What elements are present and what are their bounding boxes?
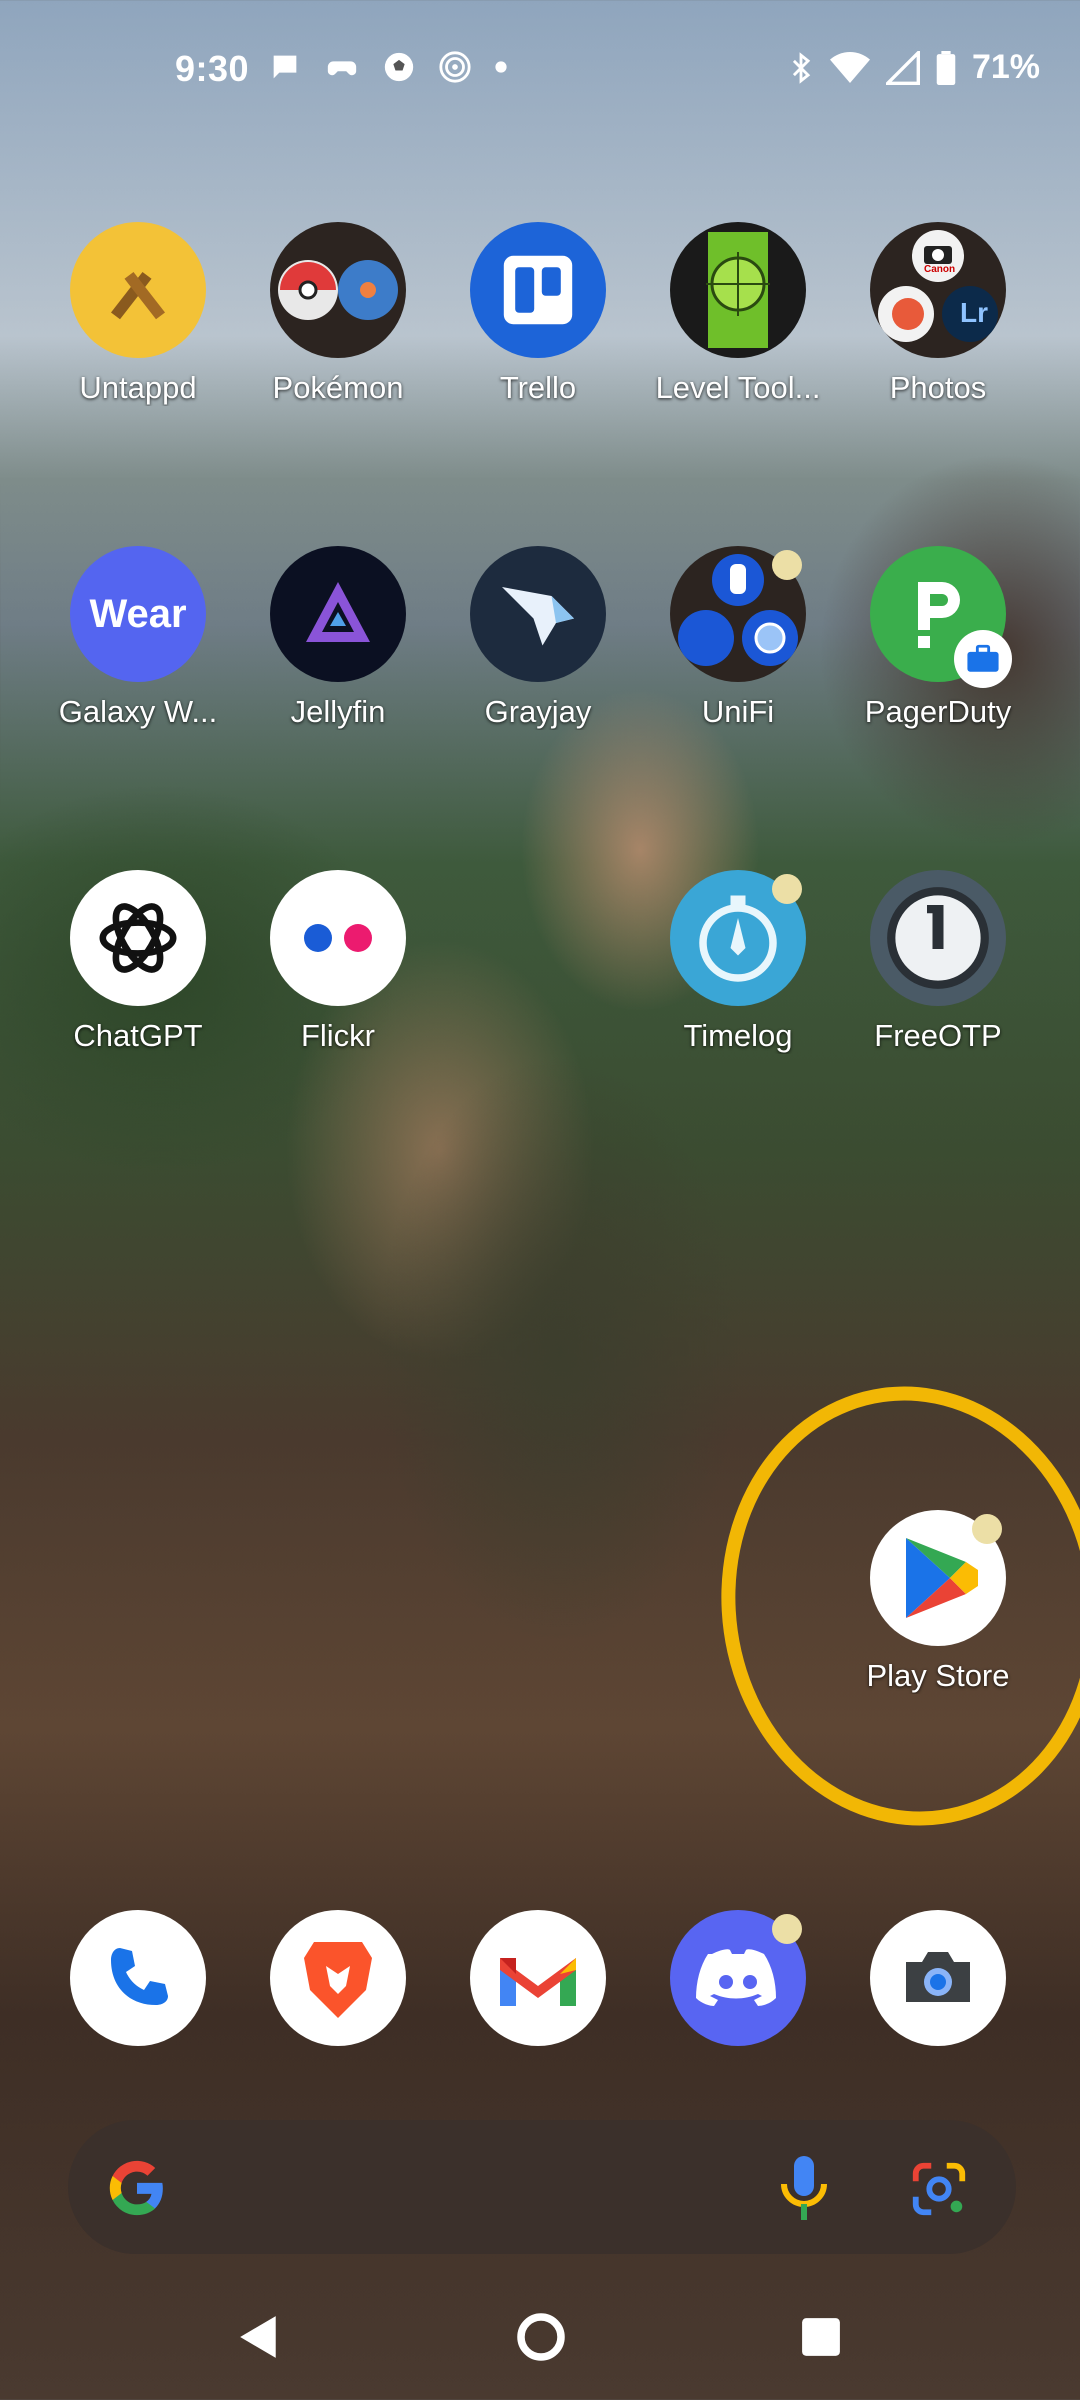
- jellyfin-icon: [270, 546, 406, 682]
- app-label: Galaxy W...: [58, 694, 218, 729]
- grayjay-icon: [470, 546, 606, 682]
- notification-dot: [772, 550, 802, 580]
- game-controller-icon: [327, 61, 357, 76]
- app-play-store[interactable]: Play Store: [838, 1510, 1038, 1694]
- google-g-icon: [109, 2160, 163, 2216]
- app-label: Play Store: [866, 1658, 1010, 1693]
- app-label: Timelog: [683, 1018, 793, 1053]
- mic-icon[interactable]: [778, 2152, 830, 2224]
- freeotp-icon: [870, 870, 1006, 1006]
- app-label: Grayjay: [484, 694, 592, 729]
- app-galaxy-wear[interactable]: Wear Galaxy W...: [38, 546, 238, 730]
- radar-icon: [439, 51, 471, 83]
- flickr-icon: [270, 870, 406, 1006]
- app-freeotp[interactable]: FreeOTP: [838, 870, 1038, 1054]
- cell-signal-icon: [885, 50, 920, 85]
- app-trello[interactable]: Trello: [438, 222, 638, 406]
- app-chatgpt[interactable]: ChatGPT: [38, 870, 238, 1054]
- system-icons: 71%: [788, 48, 1040, 87]
- app-untappd[interactable]: Untappd: [38, 222, 238, 406]
- app-grayjay[interactable]: Grayjay: [438, 546, 638, 730]
- app-label: Pokémon: [272, 370, 404, 405]
- app-unifi-folder[interactable]: UniFi: [638, 546, 838, 730]
- dot-icon: [495, 61, 507, 73]
- level-tool-icon: [670, 222, 806, 358]
- phone-icon: [70, 1910, 206, 2046]
- app-label: Level Tool...: [655, 370, 821, 405]
- brave-icon: [270, 1910, 406, 2046]
- notification-dot: [772, 874, 802, 904]
- recents-button[interactable]: [800, 2316, 842, 2358]
- home-button[interactable]: [516, 2312, 566, 2362]
- dock-camera[interactable]: [838, 1910, 1038, 2046]
- app-label: FreeOTP: [874, 1018, 1002, 1053]
- trello-icon: [470, 222, 606, 358]
- app-pagerduty[interactable]: PagerDuty: [838, 546, 1038, 730]
- soccer-ball-icon: [384, 52, 414, 82]
- battery-percent: 71%: [971, 48, 1040, 86]
- battery-icon: [936, 50, 956, 85]
- work-badge-icon: [954, 630, 1012, 688]
- notification-icons: [268, 50, 508, 84]
- app-label: ChatGPT: [73, 1018, 203, 1053]
- app-label: Photos: [889, 370, 987, 405]
- status-bar: 9:30 71%: [0, 40, 1080, 100]
- discord-icon: [670, 1910, 806, 2046]
- dock-gmail[interactable]: [438, 1910, 638, 2046]
- gmail-icon: [470, 1910, 606, 2046]
- untappd-icon: [70, 222, 206, 358]
- clock: 9:30: [175, 48, 250, 89]
- timelog-icon: [670, 870, 806, 1006]
- pokemon-icon: [270, 222, 406, 358]
- canon-logo: Canon: [924, 264, 956, 275]
- notification-dot: [972, 1514, 1002, 1544]
- wear-logo: Wear: [89, 591, 187, 636]
- app-label: Jellyfin: [290, 694, 386, 729]
- bluetooth-icon: [792, 51, 811, 84]
- chatgpt-icon: [70, 870, 206, 1006]
- app-label: UniFi: [701, 694, 775, 729]
- photos-folder-icon: Lr Canon: [870, 222, 1006, 358]
- lightroom-icon: Lr: [960, 297, 988, 328]
- app-jellyfin[interactable]: Jellyfin: [238, 546, 438, 730]
- app-label: Untappd: [79, 370, 197, 405]
- app-flickr[interactable]: Flickr: [238, 870, 438, 1054]
- unifi-folder-icon: [670, 546, 806, 682]
- app-level-tool[interactable]: Level Tool...: [638, 222, 838, 406]
- google-search-bar[interactable]: [68, 2120, 1016, 2254]
- galaxy-wear-icon: Wear: [70, 546, 206, 682]
- navigation-bar: [0, 2300, 1080, 2380]
- dock-brave[interactable]: [238, 1910, 438, 2046]
- app-label: Flickr: [300, 1018, 376, 1053]
- wifi-icon: [829, 51, 870, 83]
- app-label: PagerDuty: [864, 694, 1012, 729]
- app-pokemon[interactable]: Pokémon: [238, 222, 438, 406]
- dock-phone[interactable]: [38, 1910, 238, 2046]
- play-store-icon: [870, 1510, 1006, 1646]
- chat-bubble-icon: [273, 55, 297, 79]
- pagerduty-icon: [870, 546, 1012, 688]
- app-label: Trello: [499, 370, 577, 405]
- dock-discord[interactable]: [638, 1910, 838, 2046]
- app-timelog[interactable]: Timelog: [638, 870, 838, 1054]
- back-button[interactable]: [238, 2314, 280, 2360]
- google-lens-icon[interactable]: [908, 2158, 970, 2220]
- app-photos-folder[interactable]: Lr Canon Photos: [838, 222, 1038, 406]
- notification-dot: [772, 1914, 802, 1944]
- camera-icon: [870, 1910, 1006, 2046]
